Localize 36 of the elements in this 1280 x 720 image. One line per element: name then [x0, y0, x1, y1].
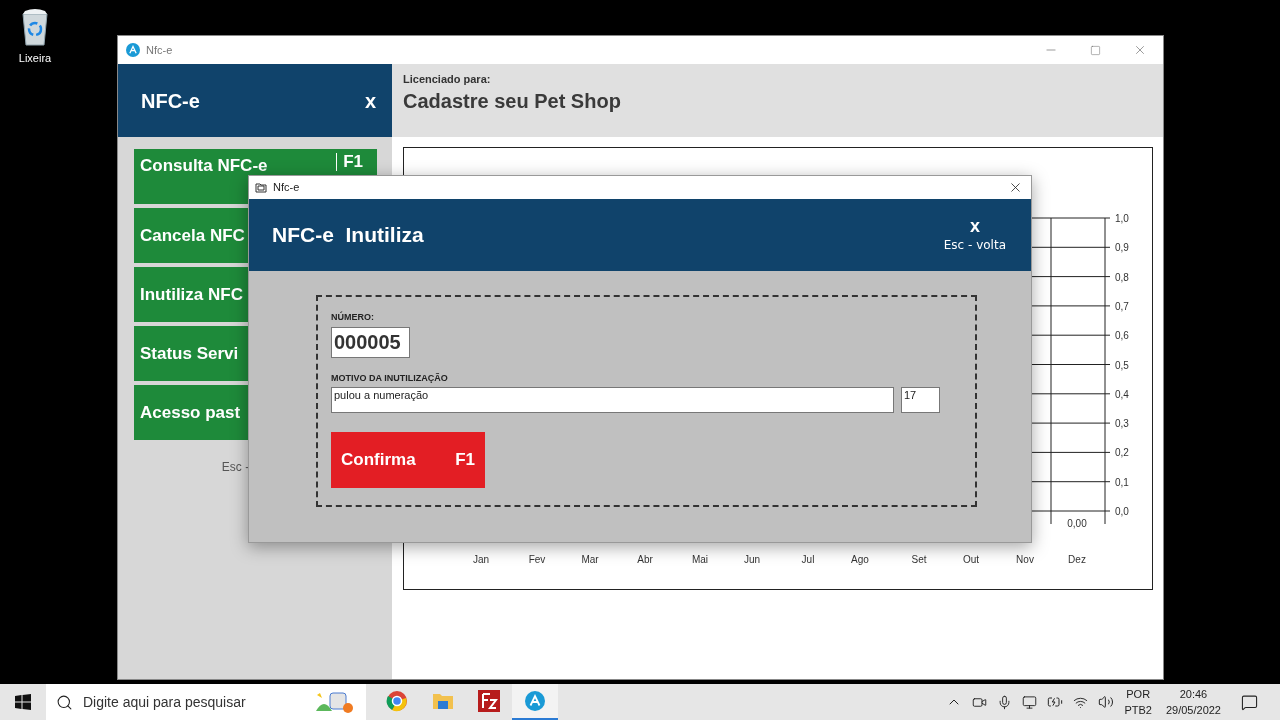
- axis-tick-label: 0,3: [1115, 418, 1129, 430]
- dialog-title: NFC-e Inutiliza: [272, 222, 424, 249]
- axis-month-label: Set: [911, 554, 927, 565]
- axis-month-label: Ago: [851, 554, 869, 565]
- axis-month-label: Jan: [472, 554, 490, 565]
- axis-tick-label: 0,1: [1115, 476, 1129, 488]
- licensed-label: Licenciado para:: [403, 72, 492, 87]
- field-label: NÚMERO:: [331, 311, 375, 324]
- axis-month-label: Mai: [691, 554, 709, 565]
- shortcut-hint: Esc - volta: [943, 237, 1006, 254]
- axis-month-label: Abr: [637, 554, 653, 565]
- axis-tick-label: 0,6: [1115, 330, 1129, 342]
- axis-tick-label: 0,0: [1115, 506, 1129, 517]
- window-title: Nfc-e: [146, 42, 173, 58]
- window-title: Nfc-e: [273, 180, 300, 196]
- axis-tick-label: 0,5: [1115, 359, 1129, 371]
- axis-month-label: Dez: [1068, 554, 1086, 565]
- desktop-icon-label: Lixeira: [18, 51, 52, 66]
- axis-month-label: Out: [962, 554, 980, 565]
- axis-tick-label: 0,9: [1115, 242, 1129, 254]
- axis-month-label: Mar: [581, 554, 599, 565]
- licensee-name: Cadastre seu Pet Shop: [403, 88, 622, 114]
- axis-tick-label: 1,0: [1115, 213, 1129, 224]
- axis-tick-label: 0,7: [1115, 300, 1129, 312]
- axis-month-label: Nov: [1016, 554, 1034, 565]
- field-label: MOTIVO DA INUTILIZAÇÃO: [331, 371, 449, 385]
- axis-tick-label: 0,8: [1115, 271, 1129, 283]
- axis-tick-label: 0,2: [1115, 447, 1129, 459]
- axis-tick-label: 0,4: [1115, 388, 1129, 400]
- axis-month-label: Fev: [528, 554, 546, 565]
- shortcut-hint: Esc -: [221, 460, 250, 474]
- axis-month-label: Jun: [743, 554, 761, 565]
- value-label: 0,00: [1067, 518, 1087, 529]
- axis-month-label: Jul: [801, 554, 815, 565]
- app-title: NFC-e: [141, 88, 200, 114]
- character-count: 17: [901, 387, 940, 413]
